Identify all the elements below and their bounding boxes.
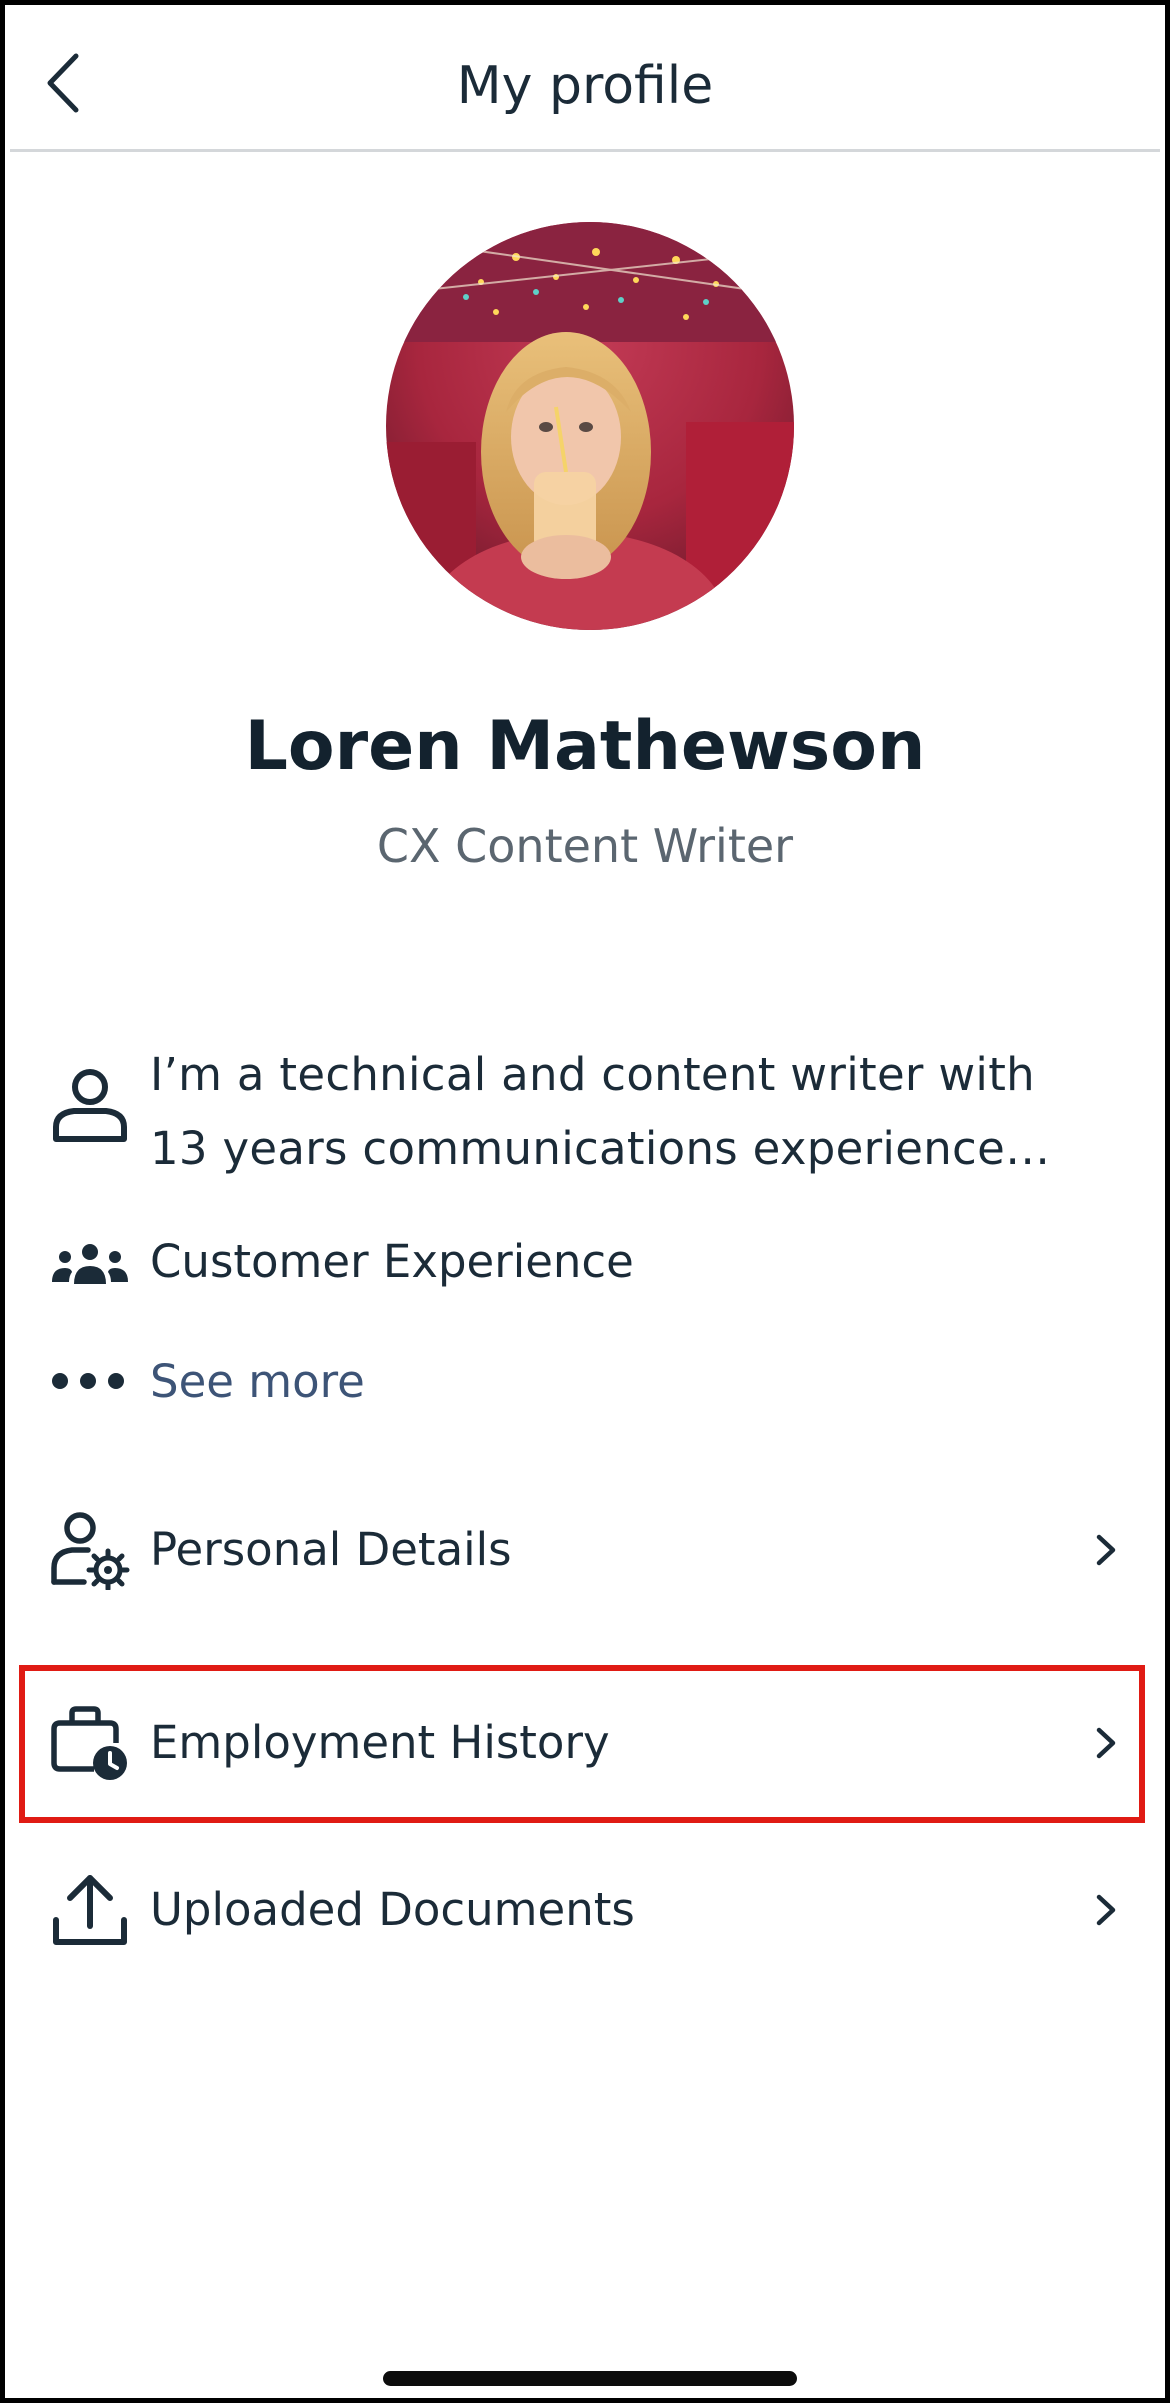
menu-item-employment-history[interactable]: Employment History	[23, 1668, 1141, 1818]
screen: My profile Loren Mathewson CX Content Wr…	[0, 0, 1170, 2403]
team-icon	[52, 1244, 128, 1284]
bio-line-1: I’m a technical and content writer with	[150, 1048, 1036, 1101]
briefcase-clock-icon	[51, 1706, 127, 1780]
menu-item-label: Employment History	[150, 1716, 610, 1769]
menu-item-personal-details[interactable]: Personal Details	[23, 1475, 1141, 1625]
menu-item-label: Uploaded Documents	[150, 1883, 635, 1936]
chevron-right-icon	[1096, 1534, 1116, 1566]
top-bar: My profile	[10, 10, 1160, 152]
menu-item-uploaded-documents[interactable]: Uploaded Documents	[23, 1835, 1141, 1985]
person-gear-icon	[51, 1512, 130, 1590]
chevron-right-icon	[1096, 1727, 1116, 1759]
upload-icon	[53, 1875, 127, 1945]
home-indicator[interactable]	[383, 2371, 797, 2386]
bio-text: I’m a technical and content writer with …	[150, 1038, 1135, 1186]
department-text: Customer Experience	[150, 1235, 634, 1288]
page-title: My profile	[456, 56, 714, 116]
person-icon	[53, 1069, 127, 1142]
profile-name: Loren Mathewson	[244, 707, 926, 786]
profile-job-title: CX Content Writer	[376, 819, 794, 873]
menu-item-label: Personal Details	[150, 1523, 512, 1576]
chevron-right-icon	[1096, 1894, 1116, 1926]
profile-photo	[386, 222, 794, 630]
avatar	[386, 222, 794, 630]
bio-line-2: 13 years communications experience…	[150, 1122, 1051, 1175]
see-more-link[interactable]: See more	[150, 1347, 365, 1417]
more-dots-icon	[52, 1373, 124, 1389]
